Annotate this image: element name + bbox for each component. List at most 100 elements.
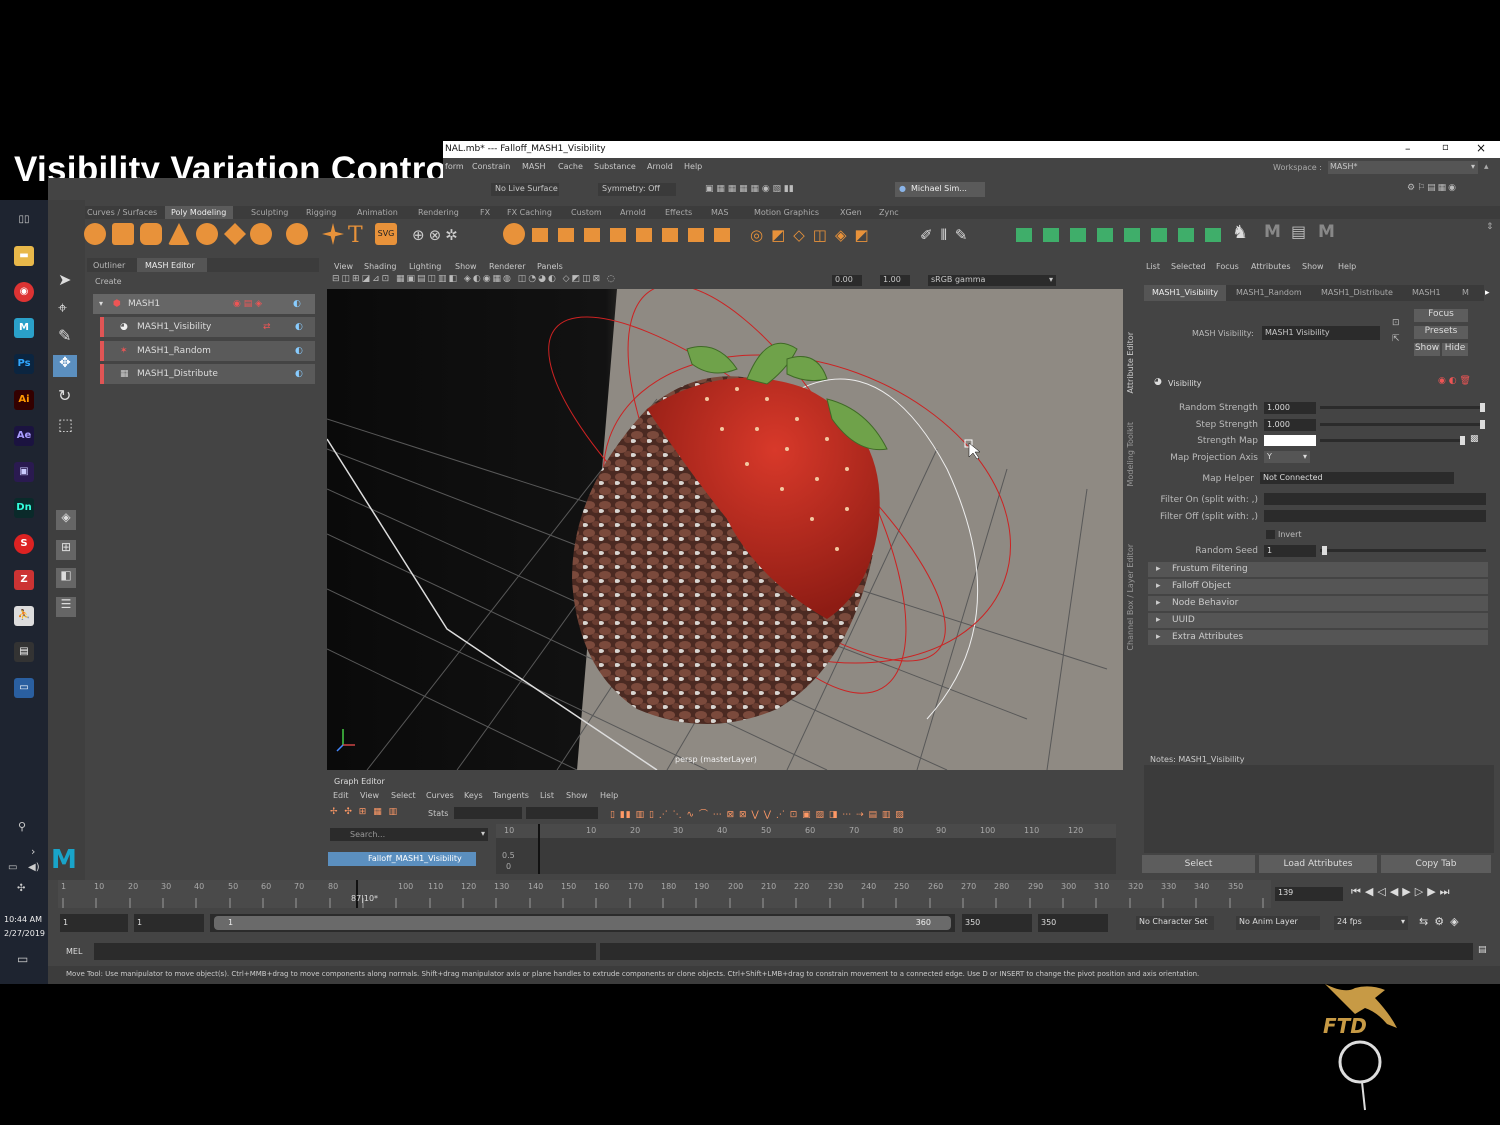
- viewport-toolbar-icons[interactable]: ⊟◫⊞◪⊿⊡ ▦▣▤◫▥◧ ◈◐◉▦◍ ◫◔◕◐ ◇◩◫⊠ ◌: [332, 274, 617, 284]
- chrome-icon[interactable]: ◉: [14, 282, 34, 302]
- invert-checkbox[interactable]: [1266, 530, 1275, 539]
- ge-search-field[interactable]: Search... ▾: [330, 828, 488, 841]
- presets-icon[interactable]: ⇱: [1392, 334, 1400, 344]
- gpu-app-icon[interactable]: ▤: [14, 642, 34, 662]
- edit-mesh-icons[interactable]: [532, 224, 732, 246]
- boolean-icon[interactable]: [610, 228, 626, 242]
- menu-form[interactable]: form: [445, 162, 464, 171]
- shelf-tab-animation[interactable]: Animation: [357, 208, 398, 217]
- clock-date[interactable]: 2/27/2019: [4, 929, 45, 938]
- notes-textarea[interactable]: [1144, 765, 1494, 853]
- menu-substance[interactable]: Substance: [594, 162, 636, 171]
- notes-icon[interactable]: ▤: [1291, 222, 1306, 241]
- character-set-dropdown[interactable]: No Character Set: [1136, 916, 1214, 930]
- slider-handle[interactable]: [1480, 420, 1485, 429]
- filter-on-field[interactable]: [1264, 493, 1486, 505]
- shelf-tab-xgen[interactable]: XGen: [840, 208, 862, 217]
- mash-node-tools-icon[interactable]: ◉ ▤ ◈: [233, 294, 262, 314]
- vp-menu-renderer[interactable]: Renderer: [489, 262, 526, 271]
- shelf-tab-curves[interactable]: Curves / Surfaces: [87, 208, 157, 217]
- bridge-icon[interactable]: [714, 228, 730, 242]
- photoshop-icon[interactable]: Ps: [14, 354, 34, 374]
- mash-visibility-row[interactable]: ◕ MASH1_Visibility ⇄ ◐: [100, 317, 315, 337]
- playback-controls-icons[interactable]: ⏮◀◁◀▶▷▶⏭: [1351, 885, 1454, 899]
- ge-tangent-icons[interactable]: ▯ ▮▮ ▥ ▯ ⋰ ⋱ ∿ ⌒ ⋯ ⊠ ⊠ ⋁ ⋁ ⋰ ⊡ ▣ ▨ ◨ ⋯ ⇢…: [610, 807, 905, 820]
- vp-menu-panels[interactable]: Panels: [537, 262, 563, 271]
- shelf-tab-motion-graphics[interactable]: Motion Graphics: [754, 208, 819, 217]
- mesh-tools-icons[interactable]: ⊕⊗✲: [412, 226, 462, 244]
- loop-autokey-icons[interactable]: ⇆⚙◈: [1419, 915, 1465, 928]
- extra-attributes-section[interactable]: ▸ Extra Attributes: [1148, 630, 1488, 645]
- shelf-tab-fx[interactable]: FX: [480, 208, 490, 217]
- ge-menu-curves[interactable]: Curves: [426, 791, 454, 800]
- maya-logo-icon[interactable]: M: [51, 845, 77, 875]
- menu-constrain[interactable]: Constrain: [472, 162, 510, 171]
- ae-menu-selected[interactable]: Selected: [1171, 262, 1206, 271]
- illustrator-icon[interactable]: Ai: [14, 390, 34, 410]
- rotate-tool-icon[interactable]: ↻: [58, 386, 71, 405]
- ae-menu-focus[interactable]: Focus: [1216, 262, 1239, 271]
- current-frame-field[interactable]: 139: [1275, 887, 1343, 901]
- range-end-field[interactable]: 350: [962, 914, 1032, 932]
- ae-menu-show[interactable]: Show: [1302, 262, 1324, 271]
- shelf-scroll-icon[interactable]: ⇕: [1486, 222, 1494, 232]
- color-space-dropdown[interactable]: sRGB gamma ▾: [928, 275, 1056, 286]
- select-tool-icon[interactable]: ➤: [58, 270, 71, 289]
- user-account-button[interactable]: ● Michael Sim...: [895, 182, 985, 197]
- network-icon[interactable]: ▭: [8, 862, 17, 873]
- fps-dropdown[interactable]: 24 fps ▾: [1334, 916, 1408, 930]
- node-behavior-section[interactable]: ▸ Node Behavior: [1148, 596, 1488, 611]
- ge-key-tools-icons[interactable]: ✢ ✣ ⊞ ▦ ▥: [330, 807, 399, 817]
- select-button[interactable]: Select: [1142, 855, 1255, 873]
- range-end-field-2[interactable]: 350: [1038, 914, 1108, 932]
- falloff-object-section[interactable]: ▸ Falloff Object: [1148, 579, 1488, 594]
- poly-cylinder-icon[interactable]: [140, 223, 162, 245]
- shelf-tab-mas[interactable]: MAS: [711, 208, 728, 217]
- ge-menu-help[interactable]: Help: [600, 791, 618, 800]
- ae-tab-distribute[interactable]: MASH1_Distribute: [1321, 288, 1393, 297]
- shelf-tab-arnold[interactable]: Arnold: [620, 208, 646, 217]
- tab-outliner[interactable]: Outliner: [93, 261, 125, 270]
- mash-shelf-icon[interactable]: ♞: [1232, 222, 1248, 243]
- close-icon[interactable]: ×: [1476, 141, 1486, 155]
- uv-tools-icons[interactable]: [1016, 224, 1226, 246]
- ge-menu-list[interactable]: List: [540, 791, 554, 800]
- task-view-icon[interactable]: ▯▯: [14, 210, 34, 230]
- single-view-icon[interactable]: ◈: [56, 510, 76, 530]
- ge-menu-keys[interactable]: Keys: [464, 791, 483, 800]
- uv-icon-7[interactable]: [1178, 228, 1194, 242]
- platonic-solid-icon[interactable]: [286, 223, 308, 245]
- poly-cube-icon[interactable]: [112, 223, 134, 245]
- move-tool-icon[interactable]: ✥: [53, 355, 77, 377]
- range-slider[interactable]: 1 360: [210, 914, 955, 932]
- clock-time[interactable]: 10:44 AM: [4, 915, 42, 924]
- step-strength-slider[interactable]: [1320, 420, 1485, 429]
- range-start-field-2[interactable]: 1: [134, 914, 204, 932]
- svg-tool-icon[interactable]: SVG: [375, 223, 397, 245]
- ae-tab-visibility[interactable]: MASH1_Visibility: [1144, 285, 1226, 301]
- mesh-edit-tools-icons[interactable]: ✐⫴✎: [920, 226, 975, 244]
- extract-icon[interactable]: [558, 228, 574, 242]
- ge-menu-edit[interactable]: Edit: [333, 791, 349, 800]
- toggle-icon[interactable]: ◐: [295, 341, 303, 361]
- four-view-icon[interactable]: ⊞: [56, 540, 76, 560]
- load-attributes-button[interactable]: Load Attributes: [1259, 855, 1377, 873]
- shelf-tab-sculpting[interactable]: Sculpting: [251, 208, 288, 217]
- hide-button[interactable]: Hide: [1442, 343, 1468, 356]
- poly-torus-icon[interactable]: [196, 223, 218, 245]
- extrude-icon[interactable]: [662, 228, 678, 242]
- vp-menu-view[interactable]: View: [334, 262, 353, 271]
- symmetry-field[interactable]: Symmetry: Off: [598, 183, 676, 196]
- mash-random-row[interactable]: ✶ MASH1_Random ◐: [100, 341, 315, 361]
- vp-menu-shading[interactable]: Shading: [364, 262, 397, 271]
- filter-off-field[interactable]: [1264, 510, 1486, 522]
- frustum-filtering-section[interactable]: ▸ Frustum Filtering: [1148, 562, 1488, 577]
- poly-disc-icon[interactable]: [250, 223, 272, 245]
- slider-handle[interactable]: [1322, 546, 1327, 555]
- uv-icon-3[interactable]: [1070, 228, 1086, 242]
- mel-label[interactable]: MEL: [66, 947, 82, 956]
- slider-handle[interactable]: [1460, 436, 1465, 445]
- uv-icon-4[interactable]: [1097, 228, 1113, 242]
- expand-arrow-icon[interactable]: ▾: [99, 294, 103, 314]
- after-effects-icon[interactable]: Ae: [14, 426, 34, 446]
